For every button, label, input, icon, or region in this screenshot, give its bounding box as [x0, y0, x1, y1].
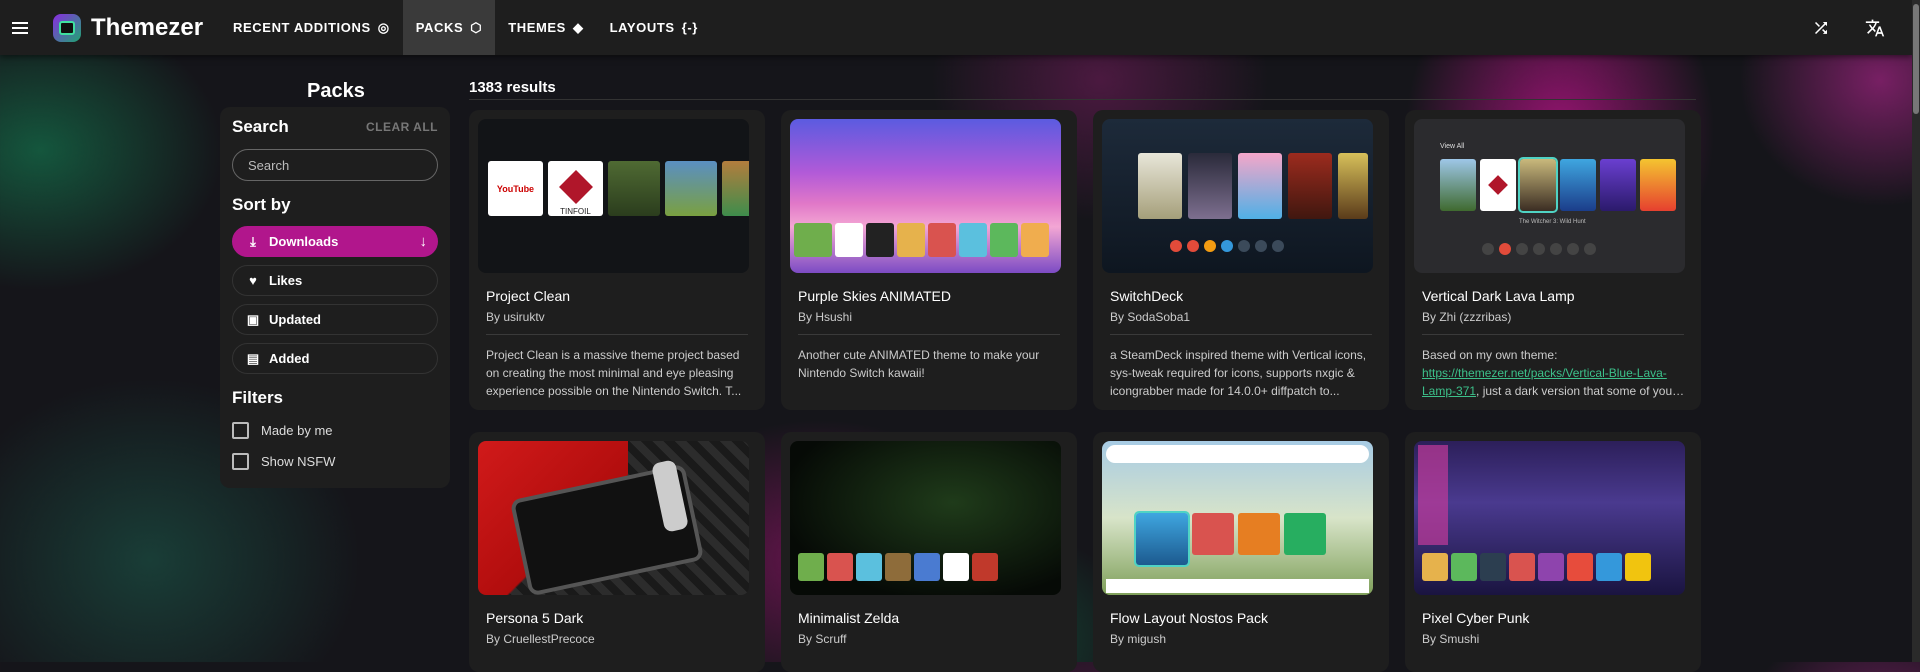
pack-card[interactable]: YouTube TINFOIL Project Clean By usirukt…	[469, 110, 765, 410]
tab-themes[interactable]: THEMES ◆	[495, 0, 596, 55]
pack-description: a SteamDeck inspired theme with Vertical…	[1110, 348, 1367, 398]
clear-all-button[interactable]: CLEAR ALL	[366, 120, 438, 134]
pack-author[interactable]: By usiruktv	[486, 310, 545, 324]
pack-card[interactable]: Minimalist Zelda By Scruff	[781, 432, 1077, 672]
thumb-caption: The Witcher 3: Wild Hunt	[1519, 219, 1586, 225]
tab-label: THEMES	[508, 20, 566, 35]
sort-likes-button[interactable]: ♥ Likes	[232, 265, 438, 296]
checkbox[interactable]	[232, 422, 249, 439]
tab-packs[interactable]: PACKS ⬡	[402, 0, 496, 55]
sort-added-button[interactable]: ▤ Added	[232, 343, 438, 374]
arrow-down-icon[interactable]: ↓	[420, 233, 428, 250]
pack-title[interactable]: SwitchDeck	[1110, 288, 1183, 304]
tab-layouts[interactable]: LAYOUTS {-}	[597, 0, 711, 55]
page-title: Packs	[307, 80, 365, 102]
tab-recent-additions[interactable]: RECENT ADDITIONS ◎	[220, 0, 403, 55]
tab-label: RECENT ADDITIONS	[233, 20, 371, 35]
pack-title[interactable]: Flow Layout Nostos Pack	[1110, 610, 1268, 626]
curly-braces-icon: {-}	[681, 20, 698, 35]
filter-sidebar: Search CLEAR ALL Search Sort by ⤓ Downlo…	[220, 107, 450, 488]
pack-thumbnail[interactable]	[1414, 441, 1685, 595]
top-app-bar: Themezer RECENT ADDITIONS ◎ PACKS ⬡ THEM…	[0, 0, 1912, 55]
pack-card[interactable]: Pixel Cyber Punk By Smushi	[1405, 432, 1701, 672]
brand-title[interactable]: Themezer	[91, 14, 203, 42]
search-heading: Search	[232, 117, 289, 136]
pack-description: Project Clean is a massive theme project…	[486, 348, 742, 398]
pack-title[interactable]: Minimalist Zelda	[798, 610, 899, 626]
filters-heading: Filters	[232, 388, 284, 407]
divider	[469, 99, 1696, 100]
pack-thumbnail[interactable]	[790, 441, 1061, 595]
pack-title[interactable]: Vertical Dark Lava Lamp	[1422, 288, 1575, 304]
pack-author[interactable]: By Scruff	[798, 632, 846, 646]
pack-description: Another cute ANIMATED theme to make your…	[798, 348, 1040, 380]
pack-author[interactable]: By SodaSoba1	[1110, 310, 1190, 324]
pack-thumbnail[interactable]	[478, 441, 749, 595]
view-all-label: View All	[1440, 143, 1465, 150]
sort-label: Added	[269, 351, 310, 366]
cube-icon: ⬡	[470, 19, 483, 35]
divider	[798, 334, 1060, 335]
pack-title[interactable]: Purple Skies ANIMATED	[798, 288, 951, 304]
translate-icon	[1865, 19, 1885, 36]
pack-description: Based on my own theme: https://themezer.…	[1422, 348, 1673, 398]
sort-label: Downloads	[269, 234, 339, 249]
pack-title[interactable]: Pixel Cyber Punk	[1422, 610, 1529, 626]
checkbox[interactable]	[232, 453, 249, 470]
pack-thumbnail[interactable]	[1102, 441, 1373, 595]
pack-title[interactable]: Project Clean	[486, 288, 570, 304]
paint-bucket-icon: ◆	[572, 19, 584, 35]
sort-updated-button[interactable]: ▣ Updated	[232, 304, 438, 335]
shuffle-icon	[1815, 21, 1827, 34]
pack-thumbnail[interactable]: View All The Witcher 3: Wild Hunt	[1414, 119, 1685, 273]
menu-button[interactable]	[0, 0, 40, 55]
pack-title[interactable]: Persona 5 Dark	[486, 610, 583, 626]
page-scrollbar[interactable]	[1912, 0, 1920, 662]
tile-label: TINFOIL	[560, 207, 591, 216]
pack-card[interactable]: View All The Witcher 3: Wild Hunt Vertic…	[1405, 110, 1701, 410]
results-count: 1383 results	[469, 79, 556, 96]
tab-label: LAYOUTS	[609, 20, 675, 35]
pack-thumbnail[interactable]	[1102, 119, 1373, 273]
calendar-clock-icon: ▤	[246, 350, 260, 366]
sort-label: Likes	[269, 273, 303, 288]
pack-author[interactable]: By Hsushi	[798, 310, 852, 324]
themezer-logo[interactable]	[53, 13, 81, 42]
pack-author[interactable]: By Smushi	[1422, 632, 1479, 646]
pack-thumbnail[interactable]: YouTube TINFOIL	[478, 119, 749, 273]
download-icon: ⤓	[250, 233, 256, 249]
hamburger-icon	[12, 21, 28, 34]
sort-label: Updated	[269, 312, 321, 327]
pack-thumbnail[interactable]	[790, 119, 1061, 273]
calendar-edit-icon: ▣	[246, 311, 260, 327]
status-bar	[486, 125, 741, 133]
divider	[1422, 334, 1684, 335]
sort-heading: Sort by	[232, 195, 291, 214]
filter-made-by-me[interactable]: Made by me	[232, 422, 438, 439]
pack-author[interactable]: By CruellestPrecoce	[486, 632, 595, 646]
shuffle-button[interactable]	[1794, 0, 1848, 55]
filter-label: Show NSFW	[261, 454, 336, 469]
search-input[interactable]: Search	[232, 149, 438, 181]
pack-card[interactable]: Persona 5 Dark By CruellestPrecoce	[469, 432, 765, 672]
pack-author[interactable]: By migush	[1110, 632, 1166, 646]
tile-label: YouTube	[496, 183, 535, 194]
pack-author[interactable]: By Zhi (zzzribas)	[1422, 310, 1511, 324]
pack-card[interactable]: Flow Layout Nostos Pack By migush	[1093, 432, 1389, 672]
filter-show-nsfw[interactable]: Show NSFW	[232, 453, 438, 470]
filter-label: Made by me	[261, 423, 333, 438]
pack-card[interactable]: Purple Skies ANIMATED By Hsushi Another …	[781, 110, 1077, 410]
recent-icon: ◎	[377, 19, 390, 35]
sort-downloads-button[interactable]: ⤓ Downloads ↓	[232, 226, 438, 257]
heart-icon: ♥	[249, 273, 257, 288]
pack-card[interactable]: SwitchDeck By SodaSoba1 a SteamDeck insp…	[1093, 110, 1389, 410]
translate-button[interactable]	[1848, 0, 1902, 55]
tinfoil-tile: TINFOIL	[548, 161, 603, 216]
divider	[1110, 334, 1372, 335]
youtube-tile: YouTube	[488, 161, 543, 216]
tab-label: PACKS	[415, 20, 464, 35]
search-placeholder: Search	[248, 157, 290, 173]
divider	[486, 334, 748, 335]
